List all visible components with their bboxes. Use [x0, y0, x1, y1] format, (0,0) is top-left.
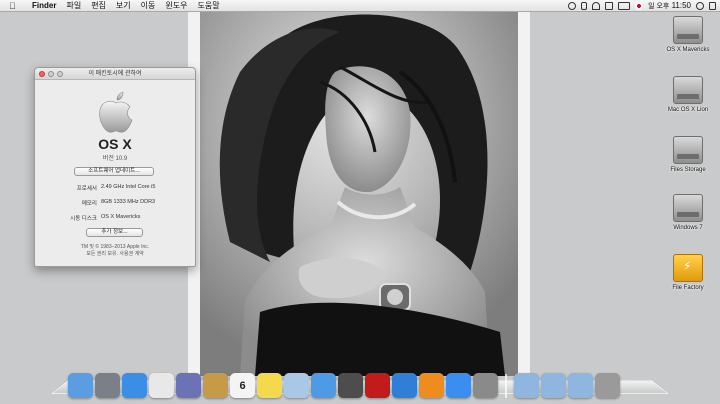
calendar-day: 6 — [239, 379, 246, 392]
close-button[interactable] — [39, 71, 45, 77]
dock-downloads-folder-icon[interactable] — [568, 373, 593, 398]
menu-bar:  Finder 파일 편집 보기 이동 윈도우 도움말 일 오후 11:50 — [0, 0, 720, 12]
hard-drive-icon — [673, 194, 703, 222]
desktop-icon-label: Windows 7 — [673, 225, 703, 231]
copyright-text: TM 및 © 1983–2013 Apple Inc. 모든 권리 보유. 사용… — [35, 244, 195, 258]
dock-separator — [505, 374, 507, 398]
apple-logo-icon — [99, 91, 133, 133]
dock-chrome-icon[interactable] — [149, 373, 174, 398]
copyright-line-2[interactable]: 모든 권리 보유. 사용권 계약 — [35, 251, 195, 258]
info-key: 프로세서 — [76, 186, 97, 192]
dock-app-store-icon[interactable] — [446, 373, 471, 398]
desktop-photo — [200, 12, 518, 376]
spotlight-icon[interactable] — [696, 2, 704, 10]
info-key: 시동 디스크 — [70, 216, 97, 222]
dock: 6 — [68, 370, 620, 398]
info-row-processor: 프로세서 2.49 GHz Intel Core i5 — [35, 184, 195, 194]
bluetooth-icon[interactable] — [581, 2, 588, 10]
dock-messages-icon[interactable] — [311, 373, 336, 398]
info-row-memory: 메모리 8GB 1333 MHz DDR3 — [35, 199, 195, 209]
input-flag-icon[interactable] — [635, 2, 644, 10]
desktop-icon-mac-os-x-lion[interactable]: Mac OS X Lion — [656, 76, 720, 113]
menu-view[interactable]: 보기 — [111, 0, 136, 12]
more-info-button[interactable]: 추가 정보... — [86, 228, 143, 237]
info-value: 2.49 GHz Intel Core i5 — [101, 184, 156, 190]
notification-icon[interactable] — [709, 2, 716, 10]
battery-icon[interactable] — [618, 2, 631, 10]
info-row-startup-disk: 시동 디스크 OS X Mavericks — [35, 214, 195, 224]
usb-drive-icon: ⚡ — [673, 254, 703, 282]
menu-edit[interactable]: 편집 — [86, 0, 111, 12]
photo-illustration — [200, 12, 518, 376]
hard-drive-icon — [673, 136, 703, 164]
status-area: 일 오후 11:50 — [568, 0, 716, 12]
apple-menu-icon[interactable]:  — [9, 0, 21, 12]
info-value: OS X Mavericks — [101, 214, 141, 220]
dock-contacts-icon[interactable] — [203, 373, 228, 398]
desktop-icon-label: OS X Mavericks — [666, 47, 710, 53]
os-version: 버전 10.9 — [102, 156, 128, 162]
about-this-mac-window: 이 매킨토시에 관하여 OS X 버전 10.9 소프트웨어 업데이트... 프… — [34, 67, 196, 267]
dock-system-preferences-icon[interactable] — [473, 373, 498, 398]
desktop-icon-files-storage[interactable]: Files Storage — [656, 136, 720, 173]
desktop-icon-windows-7[interactable]: Windows 7 — [656, 194, 720, 231]
software-update-button[interactable]: 소프트웨어 업데이트... — [74, 167, 154, 176]
dock-facetime-icon[interactable] — [338, 373, 363, 398]
zoom-button[interactable] — [57, 71, 63, 77]
dock-photo-booth-icon[interactable] — [365, 373, 390, 398]
dock-calendar-icon[interactable]: 6 — [230, 373, 255, 398]
window-titlebar[interactable]: 이 매킨토시에 관하여 — [35, 68, 195, 80]
minimize-button[interactable] — [48, 71, 54, 77]
dock-safari-icon[interactable] — [122, 373, 147, 398]
dock-itunes-icon[interactable] — [392, 373, 417, 398]
desktop-icon-label: Files Storage — [670, 167, 706, 173]
info-value: 8GB 1333 MHz DDR3 — [101, 199, 156, 205]
desktop-icon-label: File Factory — [672, 285, 704, 291]
dock-launchpad-icon[interactable] — [95, 373, 120, 398]
menu-help[interactable]: 도움말 — [192, 0, 224, 12]
menu-window[interactable]: 윈도우 — [160, 0, 192, 12]
dock-preview-icon[interactable] — [284, 373, 309, 398]
menu-file[interactable]: 파일 — [61, 0, 86, 12]
window-controls — [39, 71, 63, 77]
info-key: 메모리 — [81, 201, 97, 207]
desktop-photo-frame — [188, 12, 530, 376]
menu-go[interactable]: 이동 — [136, 0, 161, 12]
wifi-icon[interactable] — [592, 2, 601, 10]
clock-time: 11:50 — [671, 0, 691, 10]
menu-app-name[interactable]: Finder — [27, 0, 61, 12]
hard-drive-icon — [673, 16, 703, 44]
menu-clock[interactable]: 일 오후 11:50 — [648, 0, 691, 13]
os-name: OS X — [98, 136, 132, 152]
dock-preview-photo-icon[interactable] — [176, 373, 201, 398]
copyright-line-1: TM 및 © 1983–2013 Apple Inc. — [80, 244, 150, 250]
desktop-icon-label: Mac OS X Lion — [667, 107, 709, 113]
dock-ibooks-icon[interactable] — [419, 373, 444, 398]
dock-finder-icon[interactable] — [68, 373, 93, 398]
dock-documents-folder-icon[interactable] — [541, 373, 566, 398]
hard-drive-icon — [673, 76, 703, 104]
dock-stickies-icon[interactable] — [257, 373, 282, 398]
time-machine-icon[interactable] — [568, 2, 577, 10]
clock-prefix: 일 오후 — [648, 2, 670, 10]
dock-applications-folder-icon[interactable] — [514, 373, 539, 398]
volume-icon[interactable] — [605, 2, 614, 10]
dock-trash-icon[interactable] — [595, 373, 620, 398]
desktop-icon-os-x-mavericks[interactable]: OS X Mavericks — [656, 16, 720, 53]
desktop-icon-file-factory[interactable]: ⚡ File Factory — [656, 254, 720, 291]
